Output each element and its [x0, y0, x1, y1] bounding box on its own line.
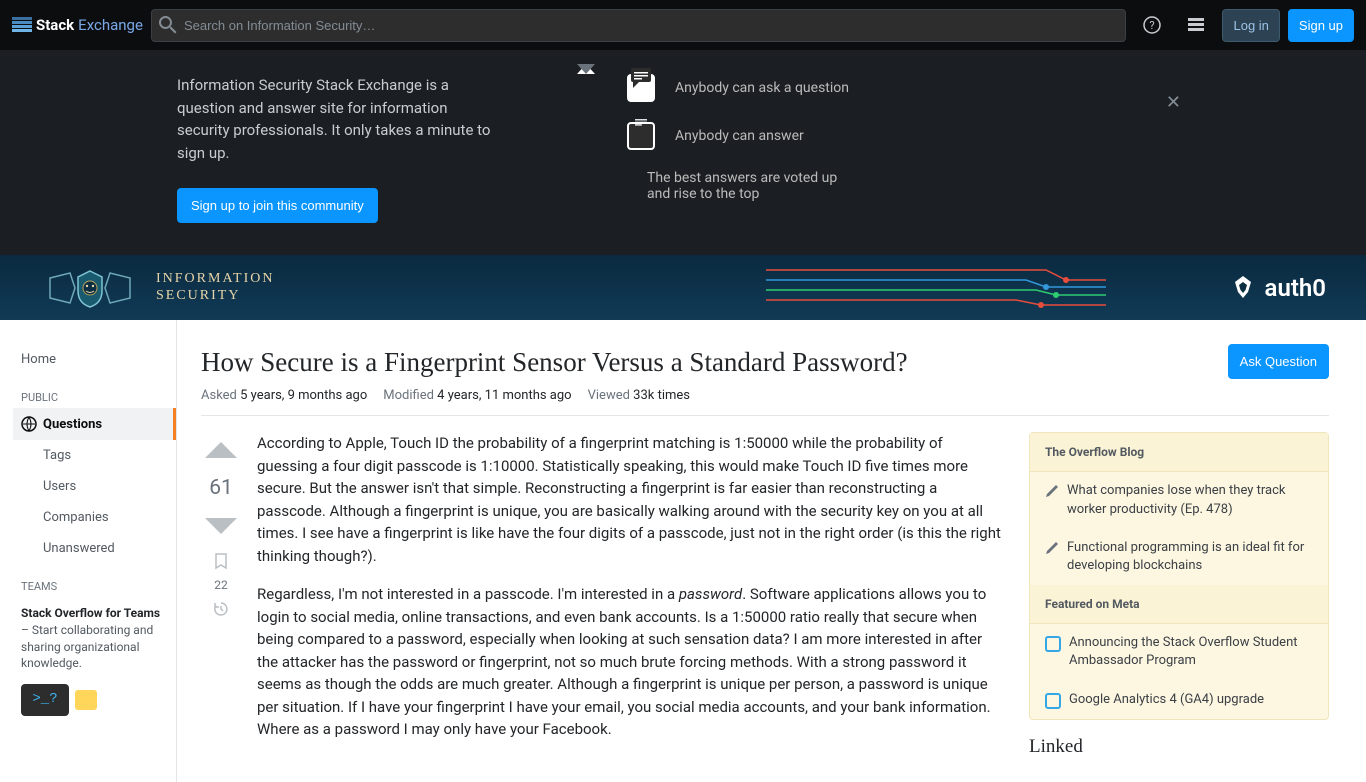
site-header: INFORMATION SECURITY auth0 [0, 255, 1366, 320]
chat-bubble-icon [75, 690, 97, 710]
hero-description: Information Security Stack Exchange is a… [177, 74, 497, 164]
ask-question-button[interactable]: Ask Question [1228, 344, 1329, 379]
pencil-icon [1045, 541, 1059, 555]
sidebar-home[interactable]: Home [13, 344, 176, 375]
pencil-icon [1045, 484, 1059, 498]
linked-heading: Linked [1029, 736, 1329, 758]
search-icon [159, 16, 177, 34]
sidebar-companies[interactable]: Companies [13, 502, 176, 533]
main-content: How Secure is a Fingerprint Sensor Versu… [177, 320, 1353, 782]
sidebar-teams-label: TEAMS [13, 564, 176, 597]
se-icon [12, 17, 32, 33]
hero-item-1: Anybody can ask a question [675, 80, 849, 96]
sidebar-questions[interactable]: Questions [13, 408, 176, 440]
help-icon[interactable]: ? [1134, 7, 1170, 43]
left-sidebar: Home PUBLIC Questions Tags Users Compani… [13, 320, 177, 782]
stackexchange-logo[interactable]: StackExchange [12, 16, 143, 34]
bookmark-icon[interactable] [212, 552, 230, 570]
globe-icon [21, 416, 37, 432]
blog-item-1[interactable]: What companies lose when they track work… [1030, 472, 1328, 528]
svg-text:?: ? [1150, 19, 1155, 32]
search-wrap [151, 9, 1127, 42]
hero-signup-button[interactable]: Sign up to join this community [177, 188, 378, 223]
bookmark-count: 22 [214, 578, 228, 592]
search-input[interactable] [151, 9, 1127, 42]
hero-banner: Information Security Stack Exchange is a… [0, 50, 1366, 255]
meta-icon [1045, 636, 1061, 652]
question-meta: Asked 5 years, 9 months ago Modified 4 y… [201, 388, 1329, 416]
sidebar-tags[interactable]: Tags [13, 440, 176, 471]
sidebar-unanswered[interactable]: Unanswered [13, 533, 176, 564]
shield-icon [40, 263, 140, 313]
speech-bubble-outline-icon [627, 122, 655, 150]
speech-bubble-icon [627, 74, 655, 102]
meta-item-1[interactable]: Announcing the Stack Overflow Student Am… [1030, 624, 1328, 680]
logo-text-bold: Stack [36, 16, 74, 34]
circuit-traces-decoration [766, 255, 1106, 320]
meta-icon [1045, 693, 1061, 709]
downvote-button[interactable] [203, 508, 239, 544]
vote-column: 61 22 [201, 432, 241, 757]
blog-header: The Overflow Blog [1030, 433, 1328, 472]
signup-button[interactable]: Sign up [1288, 9, 1354, 42]
terminal-icon: >_? [21, 684, 69, 716]
meta-item-2[interactable]: Google Analytics 4 (GA4) upgrade [1030, 681, 1328, 719]
vote-score: 61 [209, 476, 233, 500]
site-name: INFORMATION SECURITY [156, 271, 274, 305]
blog-item-2[interactable]: Functional programming is an ideal fit f… [1030, 529, 1328, 585]
history-icon[interactable] [212, 600, 230, 618]
login-button[interactable]: Log in [1222, 9, 1279, 42]
logo-text-light: Exchange [78, 16, 143, 34]
meta-header: Featured on Meta [1030, 585, 1328, 624]
teams-promo: Stack Overflow for Teams – Start collabo… [21, 605, 168, 716]
site-logo[interactable]: INFORMATION SECURITY [40, 263, 274, 313]
question-title: How Secure is a Fingerprint Sensor Versu… [201, 344, 908, 380]
overflow-blog-widget: The Overflow Blog What companies lose wh… [1029, 432, 1329, 719]
hero-item-3: The best answers are voted up and rise t… [647, 170, 847, 202]
sidebar-public-label: PUBLIC [13, 375, 176, 408]
upvote-button[interactable] [203, 432, 239, 468]
right-sidebar: The Overflow Blog What companies lose wh… [1029, 432, 1329, 757]
question-body: According to Apple, Touch ID the probabi… [257, 432, 1005, 757]
sidebar-users[interactable]: Users [13, 471, 176, 502]
hero-item-2: Anybody can answer [675, 128, 804, 144]
close-icon[interactable]: ✕ [1166, 92, 1181, 113]
topbar: StackExchange ? Log in Sign up [0, 0, 1366, 50]
sponsor-logo[interactable]: auth0 [1229, 274, 1326, 302]
site-switcher-icon[interactable] [1178, 7, 1214, 43]
auth0-icon [1229, 274, 1257, 302]
